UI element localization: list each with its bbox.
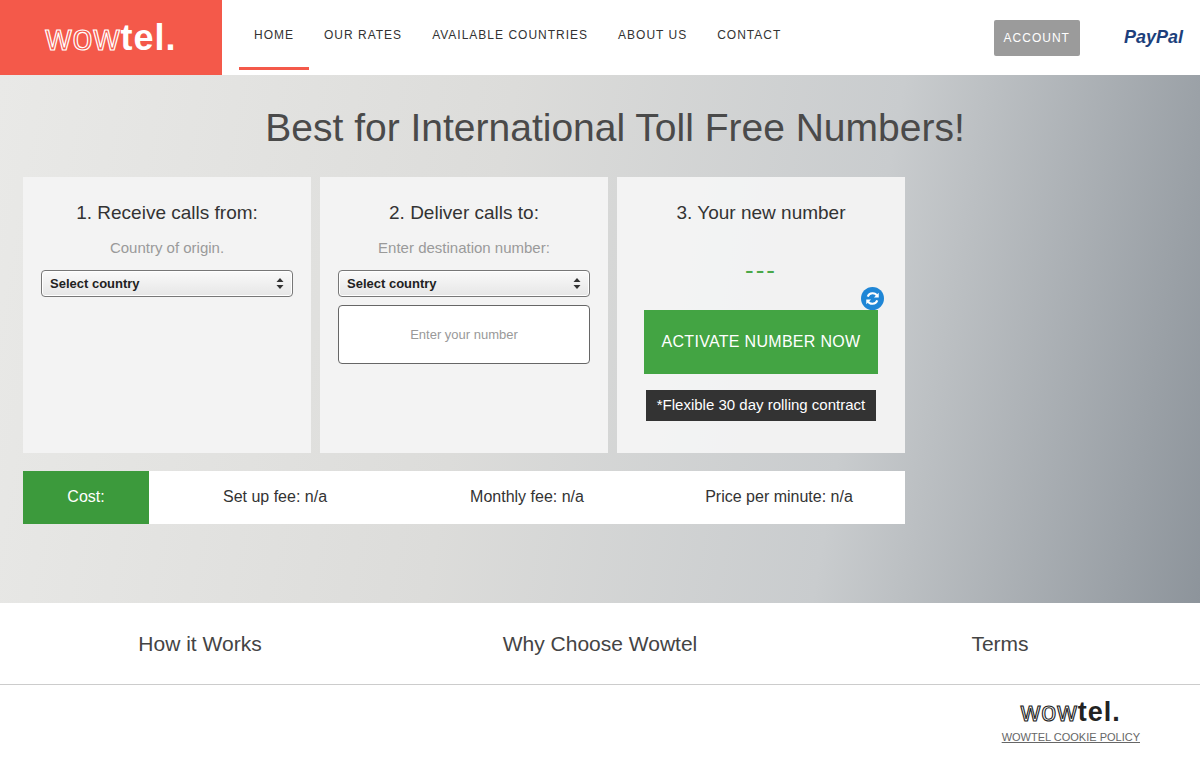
destination-card: 2. Deliver calls to: Enter destination n…	[320, 177, 608, 453]
refresh-icon[interactable]	[861, 287, 884, 310]
info-link[interactable]: Why Choose Wowtel	[400, 628, 800, 660]
select-value: Select country	[50, 274, 140, 294]
step-title: 3. Your new number	[676, 199, 845, 228]
destination-select[interactable]: Select country	[338, 270, 590, 298]
cost-label: Cost:	[23, 471, 149, 524]
info-link[interactable]: Terms	[800, 628, 1200, 660]
step-subtitle: Country of origin.	[41, 237, 293, 260]
contract-note: *Flexible 30 day rolling contract	[646, 390, 876, 421]
logo-light: wow	[45, 17, 120, 58]
new-number: ---	[745, 257, 777, 283]
nav-item[interactable]: AVAILABLE COUNTRIES	[417, 0, 603, 70]
logo-bold: tel.	[121, 17, 177, 58]
logo-light: wow	[1021, 697, 1078, 727]
origin-card: 1. Receive calls from: Country of origin…	[23, 177, 311, 453]
main-nav: HOMEOUR RATESAVAILABLE COUNTRIESABOUT US…	[222, 0, 796, 70]
nav-item[interactable]: HOME	[239, 0, 309, 70]
origin-select[interactable]: Select country	[41, 270, 293, 298]
cost-bar: Cost: Set up fee: n/aMonthly fee: n/aPri…	[23, 471, 905, 524]
hero: Best for International Toll Free Numbers…	[0, 75, 1200, 603]
cost-item: Set up fee: n/a	[149, 485, 401, 509]
new-number-card: 3. Your new number --- ACTIVATE NUMBER N…	[617, 177, 905, 453]
step-subtitle: Enter destination number:	[338, 237, 590, 260]
dropdown-arrows-icon	[276, 278, 284, 289]
number-input[interactable]	[338, 305, 590, 364]
cost-item: Monthly fee: n/a	[401, 485, 653, 509]
account-button[interactable]: ACCOUNT	[994, 20, 1080, 56]
logo[interactable]: wowtel.	[0, 0, 222, 75]
cost-item: Price per minute: n/a	[653, 485, 905, 509]
info-link[interactable]: How it Works	[0, 628, 400, 660]
nav-item[interactable]: OUR RATES	[309, 0, 417, 70]
cookie-policy-link[interactable]: WOWTEL COOKIE POLICY	[1002, 729, 1140, 746]
dropdown-arrows-icon	[573, 278, 581, 289]
nav-item[interactable]: ABOUT US	[603, 0, 702, 70]
select-value: Select country	[347, 274, 437, 294]
logo-bold: tel.	[1078, 697, 1121, 727]
site-header: wowtel. HOMEOUR RATESAVAILABLE COUNTRIES…	[0, 0, 1200, 75]
footer-logo[interactable]: wowtel.	[1021, 699, 1121, 726]
nav-item[interactable]: CONTACT	[702, 0, 796, 70]
step-title: 1. Receive calls from:	[41, 199, 293, 228]
info-links: How it WorksWhy Choose WowtelTerms	[0, 603, 1200, 685]
footer: wowtel. WOWTEL COOKIE POLICY	[0, 685, 1200, 757]
step-title: 2. Deliver calls to:	[338, 199, 590, 228]
activate-button[interactable]: ACTIVATE NUMBER NOW	[644, 310, 878, 374]
paypal-logo[interactable]: PayPal	[1124, 24, 1183, 51]
hero-title: Best for International Toll Free Numbers…	[30, 105, 1200, 152]
